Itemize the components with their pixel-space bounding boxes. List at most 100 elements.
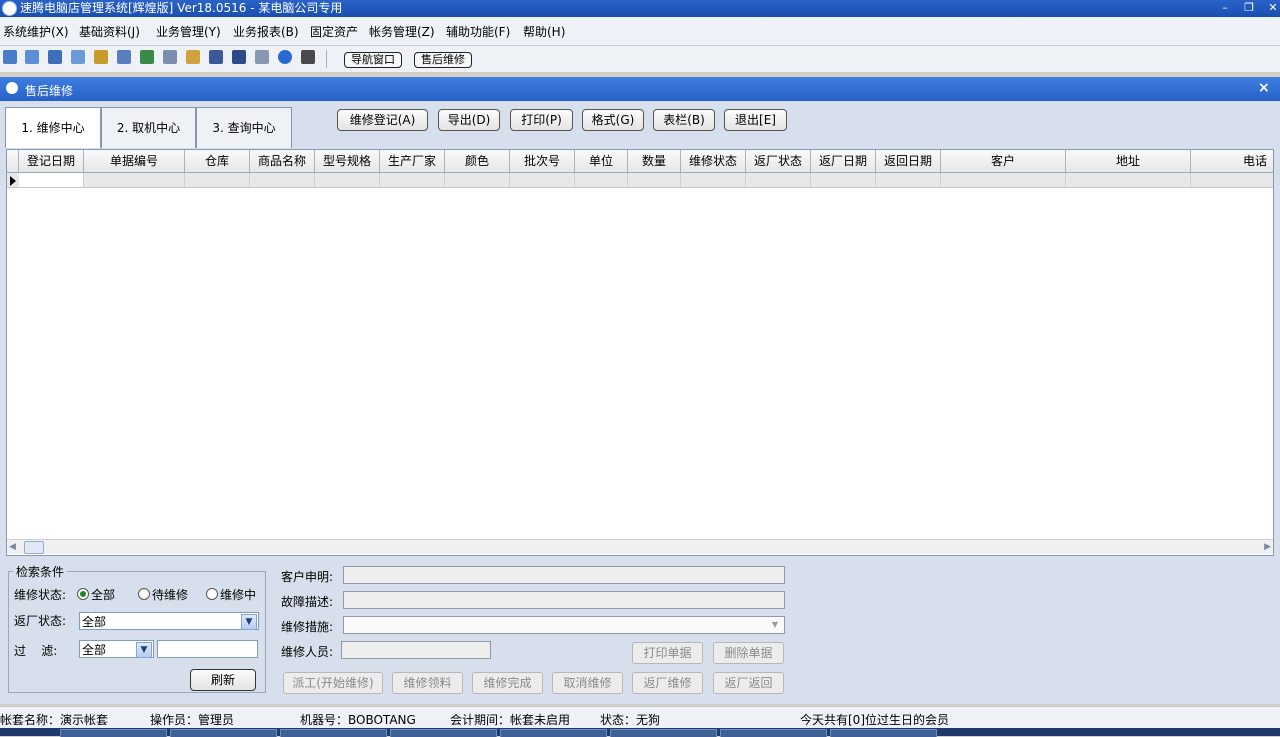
column-header[interactable]: 颜色 [445, 150, 510, 172]
users-icon[interactable] [140, 50, 154, 64]
tab-repair-center[interactable]: 1. 维修中心 [5, 107, 101, 148]
column-header[interactable]: 型号规格 [315, 150, 380, 172]
help-icon[interactable] [278, 50, 292, 64]
radio-in-repair-label[interactable]: 维修中 [220, 586, 256, 603]
delete-document-button[interactable]: 删除单据 [713, 642, 784, 664]
minimize-button[interactable]: – [1217, 1, 1233, 15]
restore-button[interactable]: ❐ [1241, 1, 1257, 15]
scroll-right-icon[interactable]: ▶ [1264, 542, 1271, 552]
customer-statement-label: 客户申明: [281, 570, 334, 584]
column-header[interactable]: 客户 [941, 150, 1066, 172]
grid-header: 登记日期 单据编号 仓库 商品名称 型号规格 生产厂家 颜色 批次号 单位 数量… [7, 150, 1273, 173]
close-button[interactable]: ✕ [1265, 1, 1280, 15]
column-header[interactable]: 电话 [1191, 150, 1273, 172]
current-row-indicator-icon [10, 176, 16, 186]
window-icon[interactable] [48, 50, 62, 64]
search-legend: 检索条件 [16, 565, 65, 579]
tab-pickup-center[interactable]: 2. 取机中心 [101, 107, 196, 148]
menu-basic-data[interactable]: 基础资料(J) [79, 23, 140, 40]
repair-register-button[interactable]: 维修登记(A) [337, 109, 428, 131]
scroll-thumb[interactable] [24, 541, 44, 554]
repair-measures-select[interactable]: ▼ [343, 616, 785, 634]
chevron-down-icon[interactable]: ▼ [241, 614, 257, 630]
column-header[interactable]: 地址 [1066, 150, 1191, 172]
grid-icon[interactable] [3, 50, 17, 64]
repair-complete-button[interactable]: 维修完成 [472, 672, 543, 694]
exit-icon[interactable] [301, 50, 315, 64]
column-header[interactable]: 数量 [628, 150, 681, 172]
toolbar: 导航窗口 售后维修 [0, 46, 1280, 72]
menu-help[interactable]: 帮助(H) [523, 23, 565, 40]
printer-setup-icon[interactable] [163, 50, 177, 64]
refresh-button[interactable]: 刷新 [190, 669, 256, 691]
table-row[interactable] [7, 173, 1273, 188]
factory-return-button[interactable]: 返厂返回 [713, 672, 784, 694]
factory-repair-button[interactable]: 返厂维修 [632, 672, 703, 694]
column-header[interactable]: 批次号 [510, 150, 575, 172]
inner-close-button[interactable]: × [1258, 80, 1270, 96]
column-header[interactable]: 返回日期 [876, 150, 941, 172]
mail-icon[interactable] [94, 50, 108, 64]
title-bar: 速腾电脑店管理系统[辉煌版] Ver18.0516 - 某电脑公司专用 – ❐ … [0, 0, 1280, 17]
column-header[interactable]: 登记日期 [19, 150, 84, 172]
refresh-icon[interactable] [117, 50, 131, 64]
column-header[interactable]: 商品名称 [250, 150, 315, 172]
chevron-down-icon[interactable]: ▼ [136, 642, 152, 658]
repair-measures-label: 维修措施: [281, 620, 334, 634]
menu-business[interactable]: 业务管理(Y) [156, 23, 221, 40]
radio-all[interactable] [77, 588, 89, 600]
save-icon[interactable] [232, 50, 246, 64]
column-header[interactable]: 返厂日期 [811, 150, 876, 172]
column-header[interactable]: 仓库 [185, 150, 250, 172]
folder-icon[interactable] [186, 50, 200, 64]
menu-reports[interactable]: 业务报表(B) [233, 23, 299, 40]
column-header[interactable]: 维修状态 [681, 150, 746, 172]
inner-window-title: 售后维修 [25, 84, 74, 98]
menu-auxiliary[interactable]: 辅助功能(F) [446, 23, 510, 40]
filter-input[interactable] [157, 640, 258, 658]
format-button[interactable]: 格式(G) [582, 109, 644, 131]
radio-pending[interactable] [138, 588, 150, 600]
print-document-button[interactable]: 打印单据 [632, 642, 703, 664]
nav-window-button[interactable]: 导航窗口 [344, 52, 402, 68]
menu-system[interactable]: 系统维护(X) [3, 23, 69, 40]
monitor-icon[interactable] [71, 50, 85, 64]
fault-description-field[interactable] [343, 591, 785, 609]
grid-cell-active[interactable] [19, 173, 84, 187]
screen-icon[interactable] [209, 50, 223, 64]
form-icon[interactable] [25, 50, 39, 64]
print-icon[interactable] [255, 50, 269, 64]
aftersale-button[interactable]: 售后维修 [414, 52, 472, 68]
status-birthday: 今天共有[0]位过生日的会员 [800, 713, 949, 727]
column-header[interactable]: 生产厂家 [380, 150, 445, 172]
radio-pending-label[interactable]: 待维修 [152, 586, 188, 603]
status-account: 帐套名称：演示帐套 [0, 713, 109, 727]
export-button[interactable]: 导出(D) [438, 109, 500, 131]
horizontal-scrollbar[interactable]: ◀ ▶ [7, 539, 1273, 554]
dispatch-button[interactable]: 派工(开始维修) [283, 672, 383, 694]
tab-query-center[interactable]: 3. 查询中心 [196, 107, 292, 148]
return-status-select[interactable]: 全部 ▼ [79, 612, 259, 630]
inner-window-titlebar: 售后维修 × [0, 77, 1280, 101]
cancel-repair-button[interactable]: 取消维修 [552, 672, 623, 694]
menu-accounting[interactable]: 帐务管理(Z) [369, 23, 435, 40]
customer-statement-field[interactable] [343, 566, 785, 584]
radio-in-repair[interactable] [206, 588, 218, 600]
column-header[interactable]: 单位 [575, 150, 628, 172]
taskbar [0, 728, 1280, 737]
radio-all-label[interactable]: 全部 [91, 586, 115, 603]
chevron-down-icon[interactable]: ▼ [768, 619, 782, 631]
column-header[interactable]: 单据编号 [84, 150, 185, 172]
scroll-left-icon[interactable]: ◀ [9, 542, 16, 552]
columns-button[interactable]: 表栏(B) [653, 109, 715, 131]
column-header[interactable]: 返厂状态 [746, 150, 811, 172]
exit-button[interactable]: 退出[E] [724, 109, 787, 131]
print-button[interactable]: 打印(P) [510, 109, 573, 131]
repair-grid[interactable]: 登记日期 单据编号 仓库 商品名称 型号规格 生产厂家 颜色 批次号 单位 数量… [6, 149, 1274, 556]
repair-materials-button[interactable]: 维修领料 [392, 672, 463, 694]
repair-staff-field[interactable] [341, 641, 491, 659]
menu-fixed-assets[interactable]: 固定资产 [310, 23, 358, 40]
filter-select[interactable]: 全部 ▼ [79, 640, 154, 658]
fault-description-label: 故障描述: [281, 595, 334, 609]
status-bar: 帐套名称：演示帐套 操作员：管理员 机器号：BOBOTANG 会计期间：帐套未启… [0, 706, 1280, 729]
